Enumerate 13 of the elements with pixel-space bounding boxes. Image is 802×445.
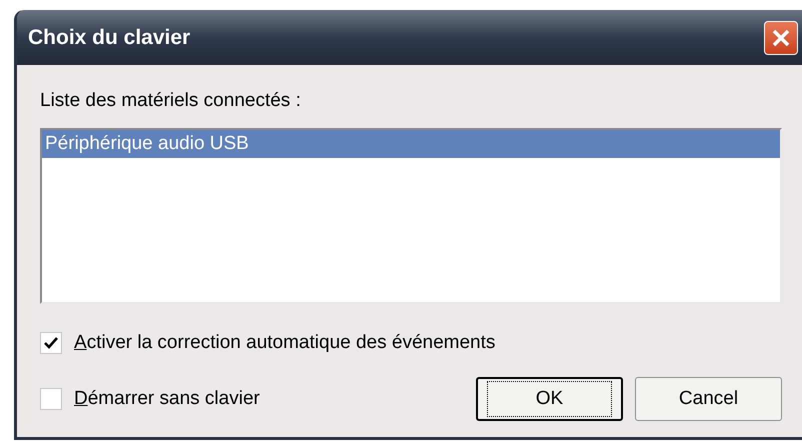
close-button[interactable]	[764, 20, 798, 54]
device-item[interactable]: Périphérique audio USB	[42, 130, 780, 158]
device-list[interactable]: Périphérique audio USB	[40, 128, 782, 304]
checkbox[interactable]	[40, 388, 62, 410]
dialog-button[interactable]: OK	[476, 377, 623, 421]
checkbox-label: Démarrer sans clavier	[74, 386, 260, 411]
checkbox-label: Activer la correction automatique des événements	[74, 330, 496, 354]
checkmark-icon	[44, 336, 58, 349]
close-icon	[772, 28, 790, 46]
list-label: Liste des matériels connectés :	[40, 89, 302, 113]
checkbox[interactable]	[40, 332, 62, 354]
dialog-button[interactable]: Cancel	[635, 377, 782, 421]
window-title: Choix du clavier	[28, 24, 190, 51]
